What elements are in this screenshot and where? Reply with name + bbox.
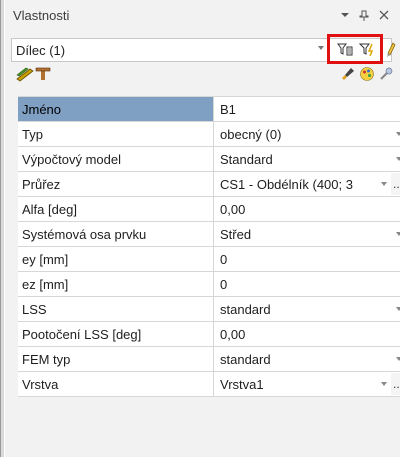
properties-panel: Vlastnosti Dílec (1) Jméno B1 Typ obecný… xyxy=(5,0,400,457)
property-row[interactable]: Výpočtový model Standard xyxy=(18,147,400,172)
ellipsis-button[interactable]: ... xyxy=(391,173,400,195)
property-row[interactable]: Typ obecný (0) xyxy=(18,122,400,147)
chevron-down-icon[interactable] xyxy=(318,46,324,50)
property-row[interactable]: Pootočení LSS [deg] 0,00 xyxy=(18,322,400,347)
property-row[interactable]: ey [mm] 0 xyxy=(18,247,400,272)
selection-value: Dílec (1) xyxy=(16,43,66,58)
property-value[interactable]: Střed xyxy=(215,222,400,246)
property-value[interactable]: 0,00 xyxy=(215,322,400,346)
chevron-down-icon[interactable] xyxy=(396,132,400,136)
property-value[interactable]: 0 xyxy=(215,247,400,271)
filter-select-icon[interactable] xyxy=(337,43,353,56)
property-name: Jméno xyxy=(18,97,214,121)
property-value[interactable]: 0 xyxy=(215,272,400,296)
beam-icon[interactable] xyxy=(35,66,53,84)
property-name: Typ xyxy=(18,122,214,146)
property-value[interactable]: standard xyxy=(215,297,400,321)
property-value[interactable]: B1 xyxy=(215,97,400,121)
close-icon[interactable] xyxy=(377,10,391,24)
chevron-down-icon[interactable] xyxy=(396,357,400,361)
property-value[interactable]: Vrstva1 xyxy=(215,372,400,396)
property-name: LSS xyxy=(18,297,214,321)
panel-toolbar xyxy=(11,66,396,86)
property-name: ey [mm] xyxy=(18,247,214,271)
property-row[interactable]: Alfa [deg] 0,00 xyxy=(18,197,400,222)
property-value[interactable]: Standard xyxy=(215,147,400,171)
property-value[interactable]: standard xyxy=(215,347,400,371)
property-row[interactable]: VrstvaVrstva1... xyxy=(18,372,400,397)
property-name: Výpočtový model xyxy=(18,147,214,171)
property-name: Průřez xyxy=(18,172,214,196)
window-edge-line xyxy=(0,0,1,457)
property-name: Systémová osa prvku xyxy=(18,222,214,246)
property-name: Pootočení LSS [deg] xyxy=(18,322,214,346)
property-name: Vrstva xyxy=(18,372,214,396)
tools-icon[interactable] xyxy=(378,66,396,84)
property-value[interactable]: CS1 - Obdélník (400; 3 xyxy=(215,172,400,196)
property-row[interactable]: Systémová osa prvku Střed xyxy=(18,222,400,247)
filter-quick-icon[interactable] xyxy=(358,43,375,57)
edit-pencil-icon[interactable] xyxy=(386,42,396,58)
property-row[interactable]: ez [mm] 0 xyxy=(18,272,400,297)
chevron-down-icon[interactable] xyxy=(396,232,400,236)
panel-titlebar: Vlastnosti xyxy=(5,0,400,34)
panel-title: Vlastnosti xyxy=(13,8,70,23)
property-value[interactable]: obecný (0) xyxy=(215,122,400,146)
chevron-down-icon[interactable] xyxy=(381,382,387,386)
members-icon[interactable] xyxy=(16,66,34,84)
brush-icon[interactable] xyxy=(340,66,358,84)
chevron-down-icon[interactable] xyxy=(396,307,400,311)
palette-icon[interactable] xyxy=(359,66,377,84)
property-name: Alfa [deg] xyxy=(18,197,214,221)
property-row[interactable]: LSS standard xyxy=(18,297,400,322)
property-name: ez [mm] xyxy=(18,272,214,296)
property-value[interactable]: 0,00 xyxy=(215,197,400,221)
property-name: FEM typ xyxy=(18,347,214,371)
chevron-down-icon[interactable] xyxy=(381,182,387,186)
pin-icon[interactable] xyxy=(357,10,371,24)
property-row[interactable]: FEM typ standard xyxy=(18,347,400,372)
property-grid: Jméno B1 Typ obecný (0) Výpočtový model Stand… xyxy=(18,96,400,397)
property-row[interactable]: PrůřezCS1 - Obdélník (400; 3... xyxy=(18,172,400,197)
ellipsis-button[interactable]: ... xyxy=(391,373,400,395)
property-row[interactable]: Jméno B1 xyxy=(18,97,400,122)
chevron-down-icon[interactable] xyxy=(396,157,400,161)
chevron-down-icon[interactable] xyxy=(338,10,352,24)
